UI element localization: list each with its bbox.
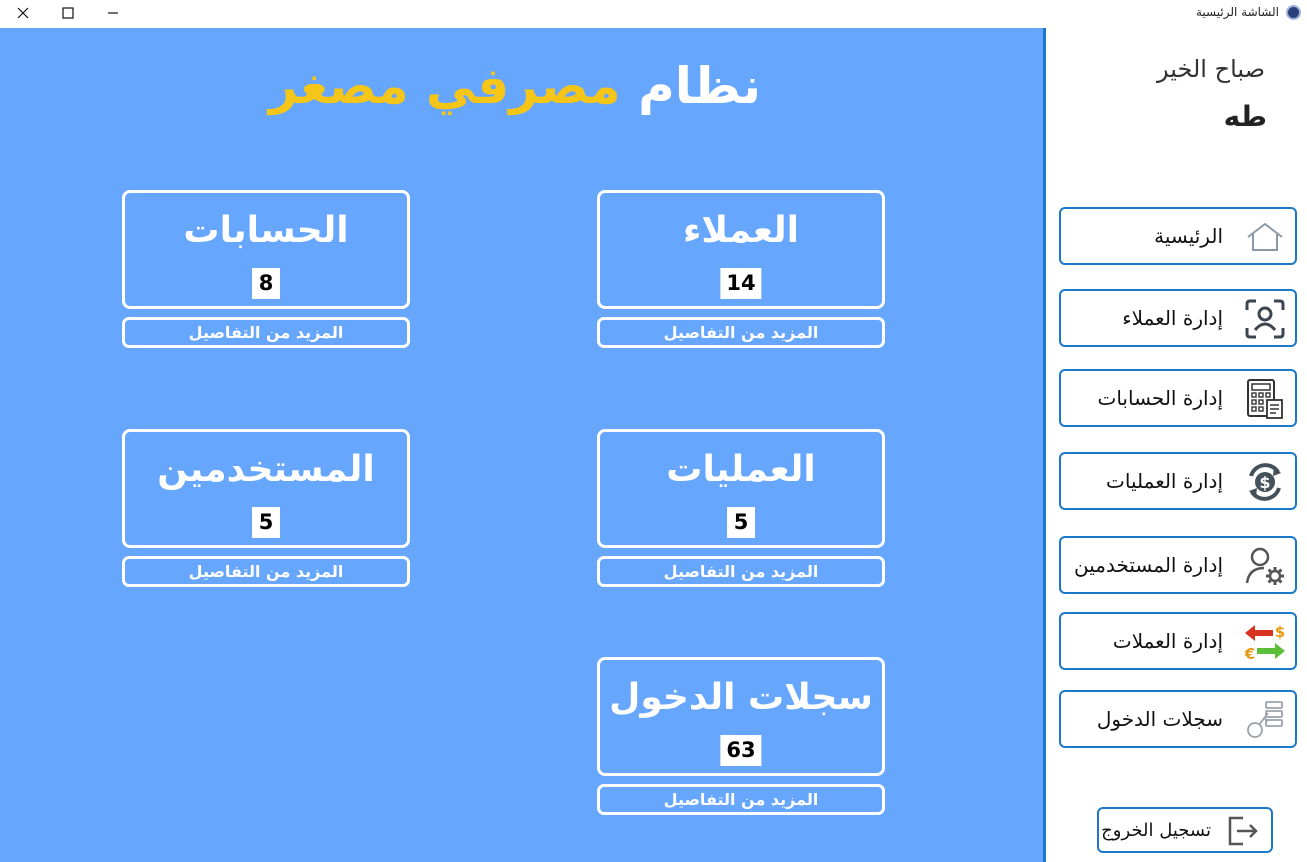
svg-text:$: $ — [1259, 473, 1270, 492]
key-log-icon — [1243, 698, 1287, 742]
accounts-card-title: الحسابات — [183, 210, 349, 251]
users-more-button[interactable]: المزيد من التفاصيل — [122, 556, 410, 587]
minimize-icon — [108, 12, 118, 14]
user-gear-icon — [1243, 544, 1287, 588]
sidebar-item-currencies[interactable]: إدارة العملات $ € — [1059, 612, 1297, 670]
close-window-button[interactable] — [0, 0, 46, 26]
clients-card-title: العملاء — [682, 210, 800, 251]
dashboard-main: نظام مصرفي مصغر العملاء 14 المزيد من الت… — [0, 28, 1043, 862]
sidebar-item-label: إدارة الحسابات — [1097, 386, 1224, 410]
users-card: المستخدمين 5 — [122, 429, 410, 548]
greeting: صباح الخير — [1156, 55, 1265, 83]
users-count: 5 — [252, 507, 280, 538]
sidebar-item-users[interactable]: إدارة المستخدمين — [1059, 536, 1297, 594]
clients-more-button[interactable]: المزيد من التفاصيل — [597, 317, 885, 348]
svg-text:€: € — [1244, 645, 1255, 663]
logs-card: سجلات الدخول 63 — [597, 657, 885, 776]
sidebar-item-label: الرئيسية — [1154, 224, 1223, 248]
operations-count: 5 — [727, 507, 755, 538]
operations-more-button[interactable]: المزيد من التفاصيل — [597, 556, 885, 587]
logout-button[interactable]: تسجيل الخروج — [1097, 807, 1273, 853]
operations-card-title: العمليات — [666, 449, 816, 490]
accounts-more-button[interactable]: المزيد من التفاصيل — [122, 317, 410, 348]
operations-card: العمليات 5 — [597, 429, 885, 548]
users-card-title: المستخدمين — [157, 449, 375, 490]
currency-exchange-icon: $ € — [1243, 620, 1287, 664]
sidebar-item-label: سجلات الدخول — [1096, 707, 1223, 731]
accounts-count: 8 — [252, 268, 280, 299]
sidebar-item-accounts[interactable]: إدارة الحسابات — [1059, 369, 1297, 427]
clients-count: 14 — [720, 268, 762, 299]
logs-card-title: سجلات الدخول — [609, 677, 873, 718]
maximize-icon — [62, 7, 74, 19]
logs-more-button[interactable]: المزيد من التفاصيل — [597, 784, 885, 815]
calculator-icon — [1243, 377, 1287, 421]
sidebar-item-label: إدارة العمليات — [1106, 469, 1223, 493]
clients-card: العملاء 14 — [597, 190, 885, 309]
logs-count: 63 — [720, 735, 762, 766]
close-icon — [17, 7, 29, 19]
sidebar: صباح الخير طه الرئيسية إدارة العملاء إدا… — [1043, 28, 1307, 862]
username: طه — [1223, 100, 1267, 133]
sidebar-item-operations[interactable]: إدارة العمليات $ — [1059, 452, 1297, 510]
minimize-window-button[interactable] — [90, 0, 136, 26]
sidebar-item-label: إدارة العملاء — [1122, 306, 1223, 330]
app-title-word2: مصرفي مصغر — [269, 57, 621, 115]
sidebar-item-clients[interactable]: إدارة العملاء — [1059, 289, 1297, 347]
face-scan-icon — [1243, 297, 1287, 341]
home-icon — [1243, 215, 1287, 259]
app-title-word1: نظام — [638, 57, 761, 115]
title-bar: الشاشة الرئيسية — [0, 0, 1307, 26]
sidebar-item-logs[interactable]: سجلات الدخول — [1059, 690, 1297, 748]
logout-icon — [1225, 814, 1259, 848]
maximize-window-button[interactable] — [45, 0, 91, 26]
sidebar-item-label: إدارة العملات — [1112, 629, 1223, 653]
sidebar-item-label: إدارة المستخدمين — [1074, 553, 1223, 577]
dollar-cycle-icon: $ — [1243, 460, 1287, 504]
svg-text:$: $ — [1275, 623, 1285, 641]
logout-label: تسجيل الخروج — [1101, 820, 1211, 841]
sidebar-item-home[interactable]: الرئيسية — [1059, 207, 1297, 265]
window-title: الشاشة الرئيسية — [1196, 5, 1279, 19]
app-icon — [1286, 5, 1301, 20]
accounts-card: الحسابات 8 — [122, 190, 410, 309]
app-title: نظام مصرفي مصغر — [0, 54, 1030, 118]
